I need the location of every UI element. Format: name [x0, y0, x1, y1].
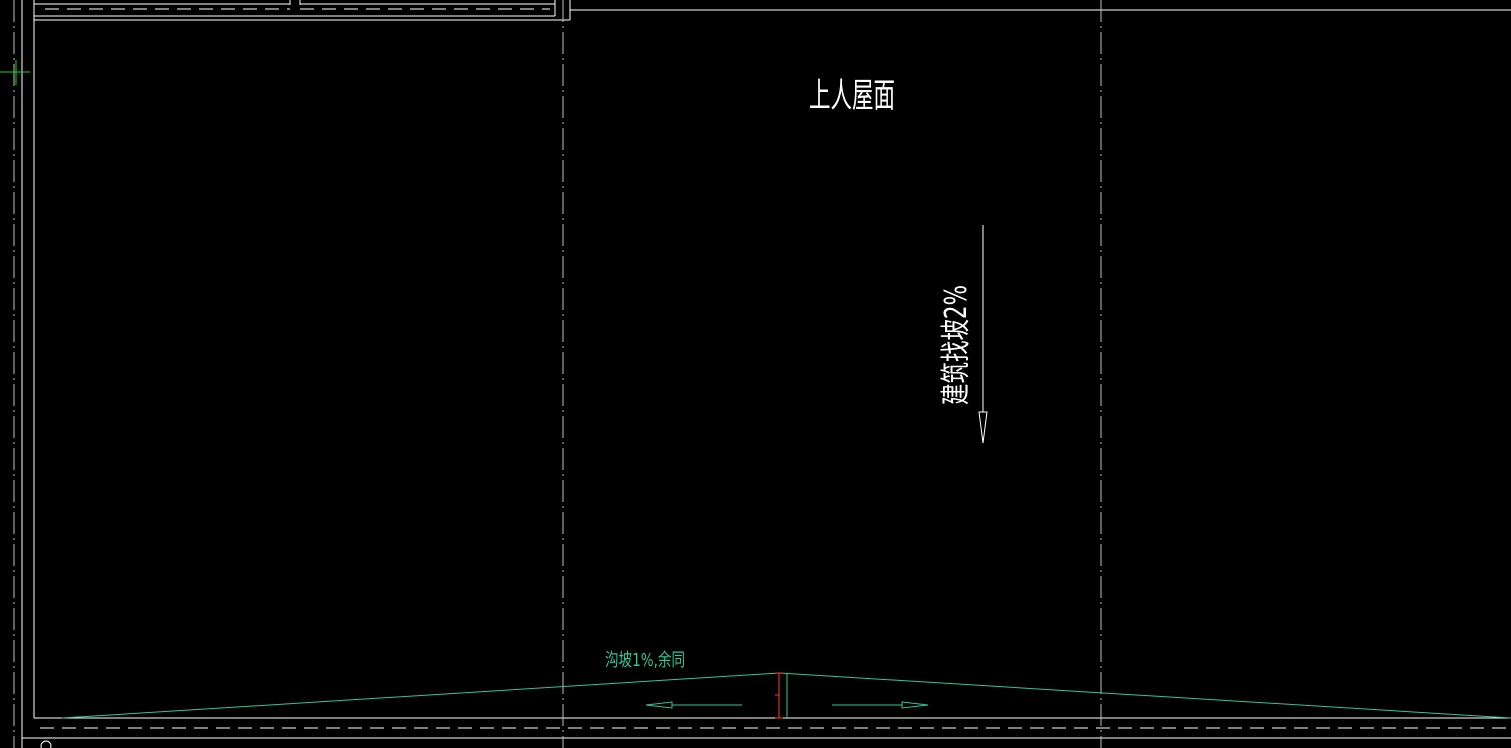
slope-note-vertical: 建筑找坡2%	[939, 285, 974, 405]
canvas-background	[0, 0, 1511, 748]
gutter-slope-note: 沟坡1%,余同	[605, 650, 685, 671]
cad-drawing-canvas[interactable]: 上人屋面 建筑找坡2% 沟坡1%,余同	[0, 0, 1511, 748]
room-title-label: 上人屋面	[809, 76, 895, 116]
